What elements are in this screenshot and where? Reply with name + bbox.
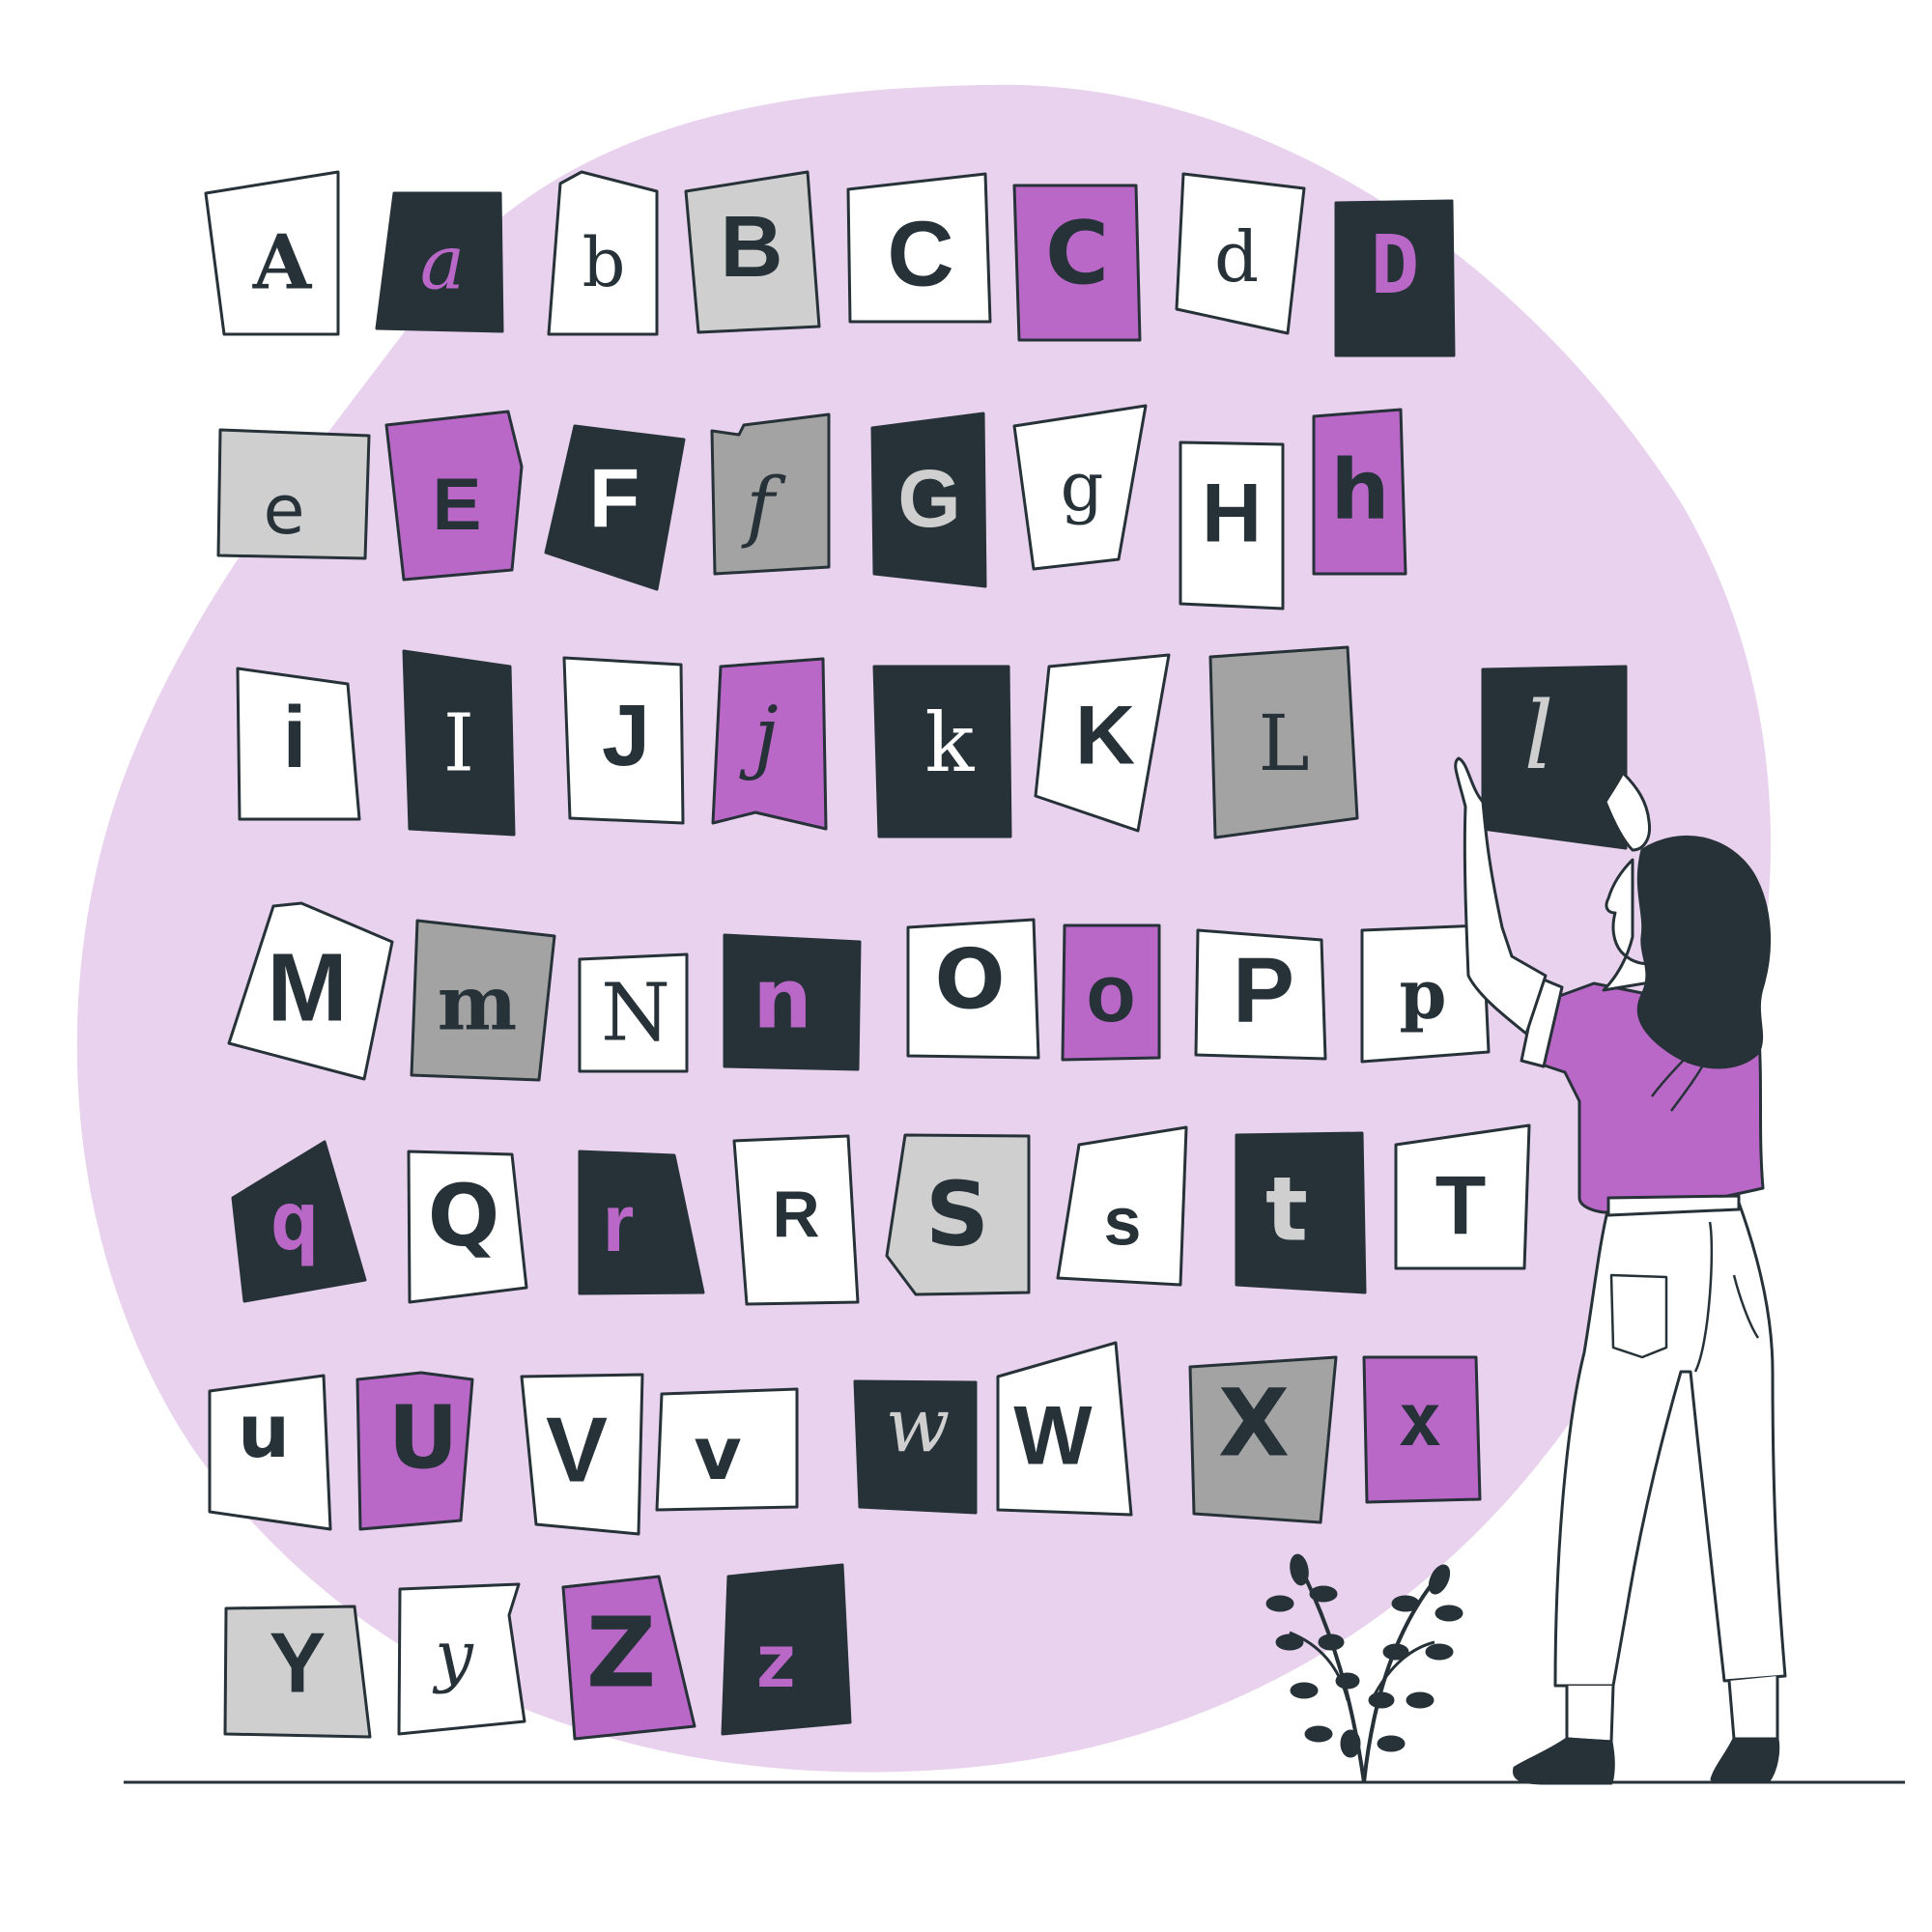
letter-glyph: y	[432, 1616, 474, 1695]
letter-glyph: M	[267, 933, 347, 1041]
letter-tile: l	[1481, 665, 1628, 850]
letter-tile: t	[1235, 1131, 1367, 1294]
letter-glyph: n	[753, 951, 811, 1047]
letter-tile: n	[723, 933, 862, 1071]
letter-glyph: r	[603, 1178, 635, 1268]
letter-tile: b	[547, 170, 659, 336]
letter-glyph: i	[282, 690, 306, 786]
letter-tile: z	[721, 1563, 852, 1736]
letter-tile: H	[1179, 440, 1285, 611]
letter-tile: v	[655, 1387, 799, 1512]
letter-tile: s	[1056, 1125, 1188, 1287]
letter-glyph: J	[602, 688, 650, 784]
hair	[1636, 835, 1772, 1069]
left-shoe	[1512, 1737, 1615, 1785]
letter-tile: A	[204, 170, 340, 336]
letter-glyph: k	[925, 696, 976, 790]
letter-tile: P	[1194, 928, 1327, 1061]
letter-tile: k	[872, 665, 1012, 838]
letter-glyph: U	[387, 1387, 458, 1489]
letter-tile: Y	[223, 1605, 372, 1739]
right-shoe	[1710, 1737, 1780, 1784]
letter-glyph: N	[601, 968, 670, 1060]
letter-glyph: h	[1330, 441, 1389, 538]
letter-glyph: e	[263, 470, 304, 550]
letter-tile: h	[1312, 408, 1407, 576]
letter-glyph: z	[753, 1618, 798, 1704]
letter-glyph: u	[238, 1388, 290, 1474]
letter-glyph: T	[1435, 1160, 1487, 1253]
letter-glyph: C	[1045, 203, 1109, 304]
letter-glyph: a	[420, 220, 466, 307]
letter-tile-background	[1481, 665, 1628, 850]
letter-tile: y	[397, 1582, 526, 1736]
letter-tile: T	[1394, 1123, 1531, 1270]
letter-glyph: Z	[586, 1596, 657, 1709]
letter-glyph: d	[1214, 216, 1259, 298]
letter-glyph: D	[1371, 217, 1420, 312]
letter-tile: L	[1208, 645, 1359, 839]
letter-glyph: x	[1398, 1377, 1442, 1463]
letter-glyph: V	[546, 1398, 608, 1501]
letter-glyph: w	[886, 1383, 951, 1470]
letter-tile: Q	[407, 1150, 528, 1304]
letter-glyph: H	[1202, 468, 1262, 560]
letter-glyph: X	[1218, 1369, 1290, 1477]
letter-tile: V	[520, 1373, 644, 1536]
letter-glyph: R	[772, 1178, 819, 1251]
letter-glyph: I	[443, 698, 474, 790]
letter-tile: D	[1334, 199, 1456, 357]
letter-tile: U	[355, 1371, 474, 1531]
letter-glyph: C	[887, 202, 953, 305]
letter-glyph: Q	[428, 1166, 500, 1265]
letter-glyph: F	[589, 453, 640, 546]
letter-glyph: p	[1400, 954, 1447, 1035]
letter-tile: C	[1012, 184, 1142, 342]
letter-glyph: o	[1086, 948, 1135, 1038]
letter-glyph: W	[1013, 1390, 1093, 1483]
letter-tile: I	[402, 649, 516, 837]
letter-glyph: O	[934, 931, 1005, 1028]
letter-glyph: P	[1233, 938, 1294, 1041]
letter-tile: G	[870, 412, 987, 588]
letter-tile: j	[711, 657, 828, 831]
letter-glyph: m	[438, 960, 518, 1048]
letter-glyph: K	[1075, 690, 1135, 782]
letter-glyph: B	[721, 199, 783, 296]
letter-glyph: S	[925, 1162, 989, 1265]
letter-glyph: q	[270, 1174, 320, 1268]
letter-tile: u	[208, 1374, 332, 1531]
letter-glyph: b	[582, 223, 626, 302]
letter-glyph: G	[897, 453, 960, 544]
letter-tile: X	[1188, 1355, 1338, 1524]
letter-glyph: Y	[270, 1614, 327, 1710]
letter-tile: B	[684, 170, 821, 334]
letter-glyph: v	[694, 1410, 742, 1496]
letter-tile: N	[578, 952, 689, 1073]
letter-tile: O	[906, 918, 1040, 1060]
letter-glyph: s	[1104, 1183, 1142, 1259]
letter-tile: J	[562, 656, 685, 825]
letter-glyph: L	[1258, 698, 1309, 788]
letter-glyph: t	[1265, 1157, 1308, 1261]
letter-tile: d	[1175, 172, 1306, 335]
letter-tile: R	[732, 1134, 860, 1306]
letter-tile: e	[216, 428, 371, 560]
letter-glyph: E	[433, 464, 482, 546]
letter-glyph: l	[1524, 682, 1554, 790]
letter-tile: i	[236, 667, 361, 821]
letter-tile: C	[846, 172, 992, 324]
letter-tile: o	[1061, 923, 1161, 1062]
letter-tile: w	[853, 1379, 978, 1515]
letter-tile: x	[1362, 1355, 1482, 1504]
letter-tile: a	[375, 191, 504, 333]
letter-glyph: g	[1061, 447, 1104, 526]
letter-tile: S	[885, 1133, 1031, 1296]
letter-tile: f	[710, 412, 831, 576]
letter-tile: m	[410, 919, 556, 1082]
alphabet-illustration: Aa b B C Cd De E Ff Gg Hh i I Jj k K Ll M m Nn Oo Pp q Qr R Ss t T…	[76, 84, 1905, 1785]
letter-tile: E	[384, 410, 524, 582]
letter-glyph: A	[252, 219, 313, 307]
